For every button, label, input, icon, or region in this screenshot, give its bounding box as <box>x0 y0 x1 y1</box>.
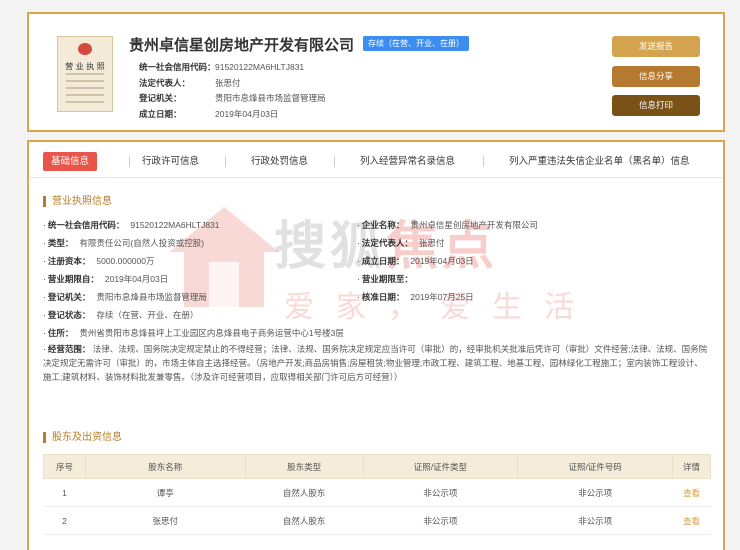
watermark-sub-text: 爱家，爱生活 <box>284 290 596 325</box>
tab-bar: 基础信息 行政许可信息 行政处罚信息 列入经营异常名录信息 列入严重违法失信企业… <box>29 148 723 178</box>
field-registered-capital: · 注册资本： 5000.000000万 <box>43 256 155 266</box>
field-registration-status: · 登记状态： 存续（在营、开业、在册） <box>43 310 199 320</box>
field-type: · 类型： 有限责任公司(自然人投资或控股) <box>43 238 205 248</box>
company-detail-card: 基础信息 行政许可信息 行政处罚信息 列入经营异常名录信息 列入严重违法失信企业… <box>27 140 725 550</box>
header-info-row: 成立日期： 2019年04月03日 <box>139 108 279 119</box>
table-row: 2 张思付 自然人股东 非公示项 非公示项 查看 <box>43 506 711 535</box>
header-info-row: 登记机关： 贵阳市息烽县市场监督管理局 <box>139 93 326 103</box>
header-info-row: 法定代表人： 张思付 <box>139 77 241 88</box>
tab-admin-penalty[interactable]: 行政处罚信息 <box>243 152 316 171</box>
shareholders-section-title: 股东及出资信息 <box>43 432 122 443</box>
tab-blacklist[interactable]: 列入严重违法失信企业名单（黑名单）信息 <box>501 152 698 171</box>
company-name: 贵州卓信星创房地产开发有限公司 <box>129 36 355 54</box>
business-license-thumbnail[interactable]: 营 业 执 照 <box>57 36 113 112</box>
table-row: 1 谭亭 自然人股东 非公示项 非公示项 查看 <box>43 478 711 507</box>
field-company-name: · 企业名称： 贵州卓信星创房地产开发有限公司 <box>357 220 538 230</box>
field-approval-date: · 核准日期： 2019年07月25日 <box>357 292 474 302</box>
header-info-list: 统一社会信用代码：91520122MA6HLTJ831 法定代表人： 张思付 登记… <box>139 60 326 122</box>
field-established-date: · 成立日期： 2019年04月03日 <box>357 256 474 266</box>
field-term-from: · 营业期限自： 2019年04月03日 <box>43 274 169 284</box>
field-term-to: · 营业期限至： <box>357 274 413 284</box>
tab-admin-license[interactable]: 行政许可信息 <box>134 152 207 171</box>
license-thumb-title: 营 业 执 照 <box>65 62 105 71</box>
license-section-title: 营业执照信息 <box>43 196 112 207</box>
shareholders-table: 序号 股东名称 股东类型 证照/证件类型 证照/证件号码 详情 1 谭亭 自然人… <box>43 454 711 535</box>
table-header-row: 序号 股东名称 股东类型 证照/证件类型 证照/证件号码 详情 <box>43 454 711 479</box>
field-address: · 住所： 贵州省贵阳市息烽县坪上工业园区内息烽县电子商务运营中心1号楼3层 <box>43 328 344 338</box>
print-button[interactable]: 信息打印 <box>612 95 700 116</box>
national-emblem-icon <box>78 43 92 55</box>
send-report-button[interactable]: 发送报告 <box>612 36 700 57</box>
field-legal-rep: · 法定代表人： 张思付 <box>357 238 445 248</box>
header-info-row: 统一社会信用代码：91520122MA6HLTJ831 <box>139 62 305 72</box>
tab-basic-info[interactable]: 基础信息 <box>43 152 98 171</box>
field-credit-code: · 统一社会信用代码： 91520122MA6HLTJ831 <box>43 220 220 230</box>
business-scope: · 经营范围： 法律、法规、国务院决定规定禁止的不得经营；法律、法规、国务院决定规… <box>43 344 708 382</box>
company-header-card: 营 业 执 照 贵州卓信星创房地产开发有限公司 存续（在营、开业、在册） 统一社… <box>27 12 725 132</box>
view-detail-link[interactable]: 查看 <box>672 478 711 507</box>
view-detail-link[interactable]: 查看 <box>672 506 711 535</box>
status-badge: 存续（在营、开业、在册） <box>363 36 469 51</box>
tab-abnormal-list[interactable]: 列入经营异常名录信息 <box>352 152 463 171</box>
field-registration-authority: · 登记机关： 贵阳市息烽县市场监督管理局 <box>43 292 207 302</box>
share-button[interactable]: 信息分享 <box>612 66 700 87</box>
